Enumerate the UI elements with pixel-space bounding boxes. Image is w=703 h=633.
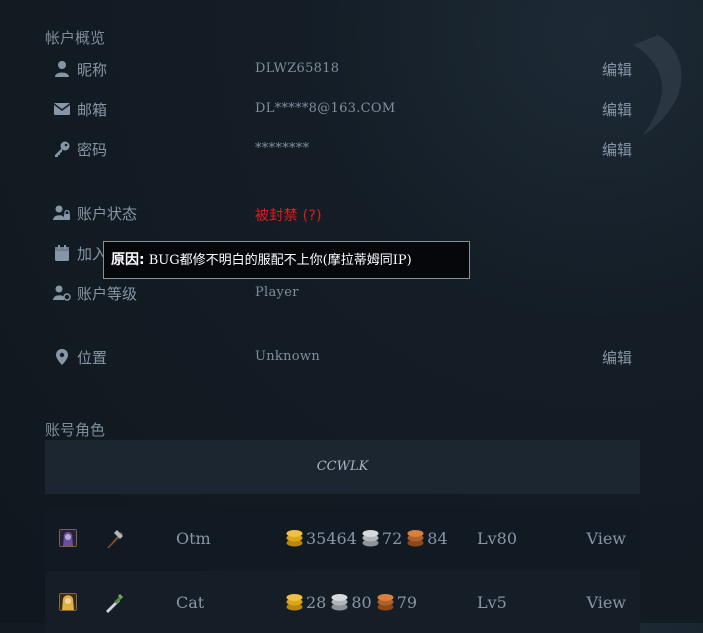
character-row: Otm 35464 72 84 Lv80 View (45, 507, 640, 569)
realm-header: CCWLK (45, 440, 640, 494)
nickname-row: 昵称 DLWZ65818 编辑 (45, 57, 640, 81)
character-level: Lv80 (477, 529, 518, 548)
sword-icon (106, 594, 123, 613)
account-level-label: 账户等级 (77, 285, 138, 303)
account-level-value: Player (255, 285, 299, 300)
account-status-label: 账户状态 (77, 205, 138, 223)
character-row: Cat 28 80 79 Lv5 View (45, 571, 640, 633)
character-name: Cat (176, 593, 205, 612)
edit-location-button[interactable]: 编辑 (602, 347, 632, 368)
nickname-value: DLWZ65818 (255, 61, 340, 76)
location-value: Unknown (255, 349, 321, 364)
password-value: ******** (255, 141, 310, 156)
key-icon (55, 141, 70, 157)
copper-coin-icon (377, 594, 394, 611)
tooltip-text: BUG都修不明白的服配不上你(摩拉蒂姆同IP) (148, 253, 412, 268)
user-icon (55, 61, 69, 77)
view-character-button[interactable]: View (586, 593, 626, 612)
character-name: Otm (176, 529, 211, 548)
silver-coin-icon (331, 594, 348, 611)
calendar-icon (55, 245, 69, 261)
gold-coin-icon (286, 530, 303, 547)
edit-password-button[interactable]: 编辑 (602, 139, 632, 160)
background-emblem (633, 35, 682, 135)
gold-coin-icon (286, 594, 303, 611)
characters-title: 账号角色 (45, 421, 106, 439)
gold-amount: 28 (306, 592, 327, 612)
silver-amount: 72 (381, 528, 403, 548)
password-row: 密码 ******** 编辑 (45, 137, 640, 161)
weapon-icon (107, 530, 123, 548)
email-row: 邮箱 DL*****8@163.COM 编辑 (45, 97, 640, 121)
undead-portrait-icon (59, 529, 77, 547)
user-lock-icon (53, 205, 70, 220)
email-value: DL*****8@163.COM (255, 101, 396, 116)
silver-amount: 80 (351, 592, 372, 612)
character-money: 35464 72 84 (285, 528, 452, 548)
character-level: Lv5 (477, 593, 507, 612)
tooltip-prefix: 原因: (111, 252, 145, 268)
copper-amount: 79 (396, 592, 418, 612)
user-tag-icon (53, 285, 71, 301)
account-overview-title: 帐户概览 (45, 29, 106, 47)
realm-name: CCWLK (316, 459, 369, 474)
password-label: 密码 (77, 141, 108, 159)
envelope-icon (53, 103, 71, 115)
account-status-row: 账户状态 被封禁 (?) (45, 201, 640, 225)
copper-amount: 84 (427, 528, 448, 548)
account-level-row: 账户等级 Player (45, 281, 640, 305)
location-label: 位置 (77, 349, 108, 367)
edit-email-button[interactable]: 编辑 (602, 99, 632, 120)
nickname-label: 昵称 (77, 61, 108, 79)
human-portrait-icon (59, 593, 77, 611)
map-marker-icon (56, 349, 68, 365)
email-label: 邮箱 (77, 101, 108, 119)
silver-coin-icon (362, 530, 379, 547)
location-row: 位置 Unknown 编辑 (45, 345, 640, 369)
view-character-button[interactable]: View (586, 529, 626, 548)
gold-amount: 35464 (306, 528, 357, 548)
copper-coin-icon (407, 530, 424, 547)
ban-reason-tooltip: 原因: BUG都修不明白的服配不上你(摩拉蒂姆同IP) (103, 241, 470, 279)
edit-nickname-button[interactable]: 编辑 (602, 59, 632, 80)
character-money: 28 80 79 (285, 592, 421, 612)
account-status-value[interactable]: 被封禁 (?) (255, 205, 322, 225)
